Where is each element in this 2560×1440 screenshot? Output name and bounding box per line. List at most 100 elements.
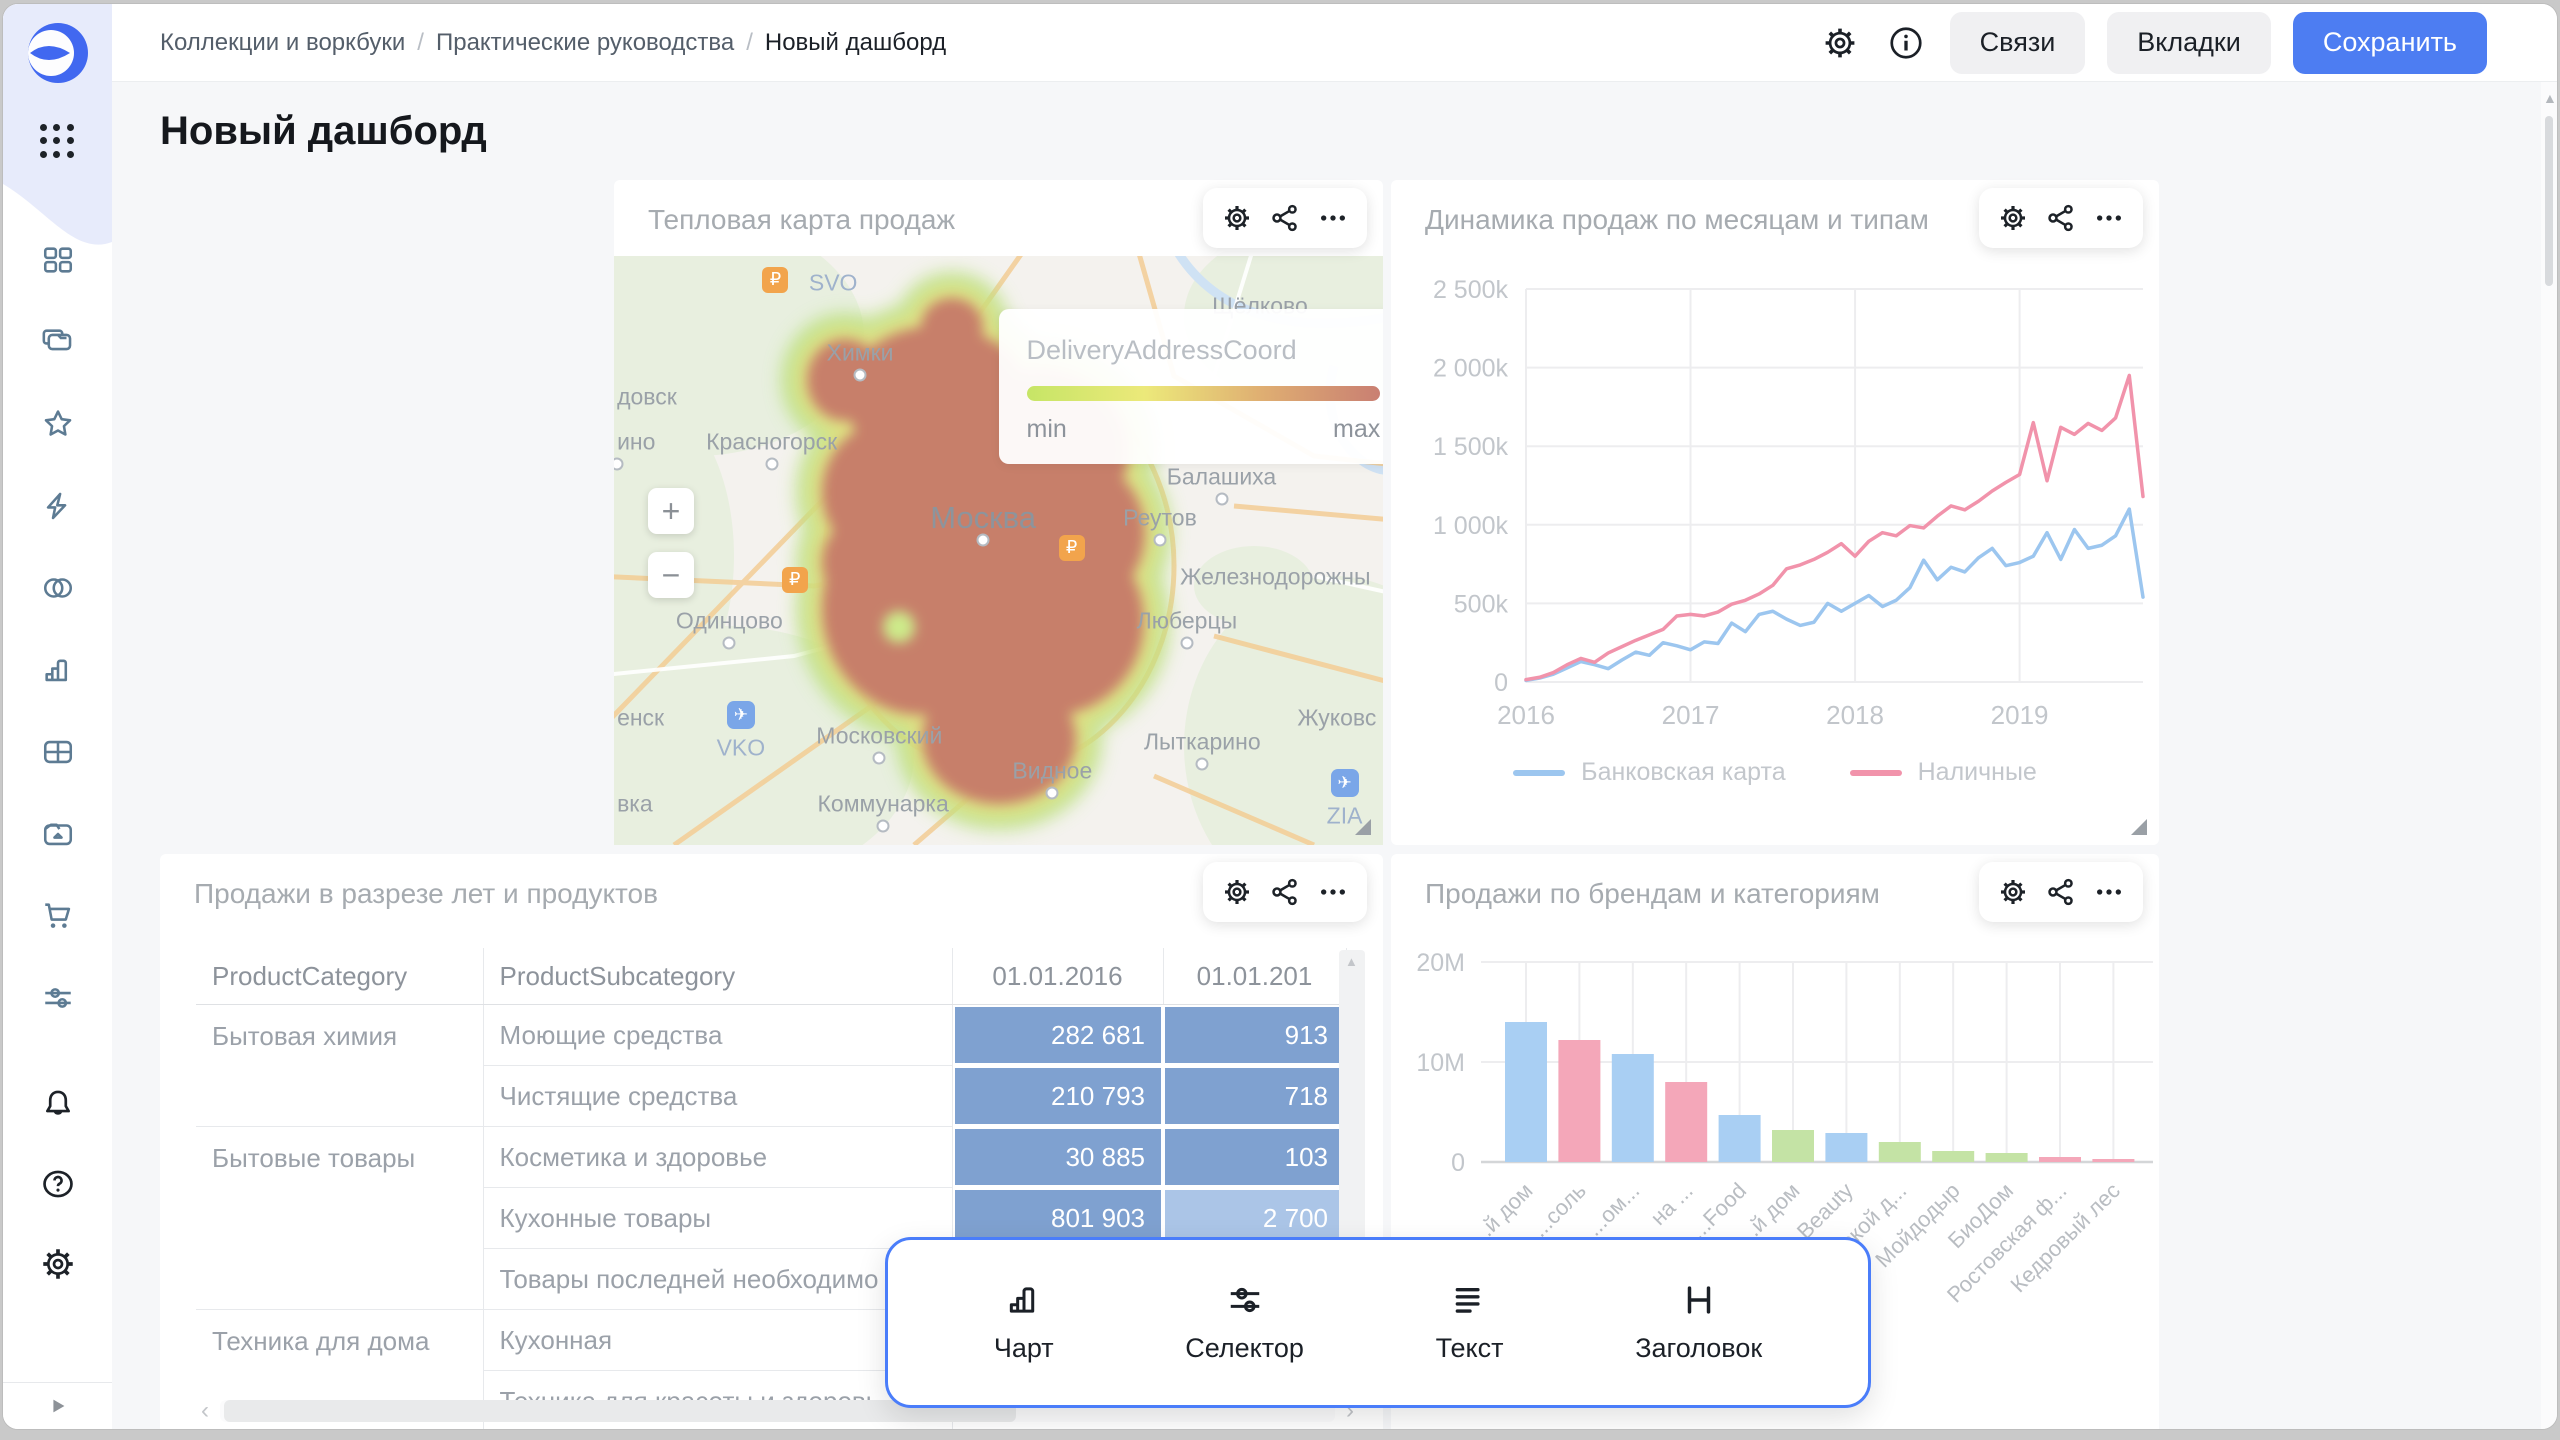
table-cell-value: 913	[1163, 1005, 1346, 1066]
save-button[interactable]: Сохранить	[2293, 12, 2487, 74]
info-icon[interactable]	[1884, 21, 1928, 65]
table-column-header[interactable]: 01.01.201	[1163, 948, 1346, 1005]
apps-grid-icon[interactable]	[40, 124, 76, 160]
svg-text:2019: 2019	[1991, 700, 2049, 730]
breadcrumb-guides[interactable]: Практические руководства	[436, 29, 734, 57]
marketplace-icon[interactable]	[36, 898, 80, 934]
scroll-thumb[interactable]	[2545, 116, 2553, 286]
widget-resize-handle[interactable]	[2131, 819, 2147, 835]
legend-field-name: DeliveryAddressCoord	[1027, 335, 1381, 366]
datasets-icon[interactable]	[36, 570, 80, 606]
legend-max-label: max	[1333, 415, 1380, 444]
svg-text:1 000k: 1 000k	[1433, 512, 1509, 540]
map-label: Лыткарино	[1144, 728, 1261, 755]
sidebar	[3, 4, 112, 1429]
widget-links-icon[interactable]	[1265, 198, 1305, 238]
widget-title: Динамика продаж по месяцам и типам	[1425, 204, 1929, 236]
map-label: Жуковс	[1297, 705, 1376, 732]
map-label: Видное	[1012, 758, 1092, 785]
line-legend-item[interactable]: Наличные	[1850, 758, 2037, 787]
window-frame: Коллекции и воркбуки / Практические руко…	[0, 0, 2560, 1440]
airport-marker: ✈	[727, 701, 755, 729]
table-column-header[interactable]: ProductCategory	[196, 948, 483, 1005]
quick-actions-icon[interactable]	[36, 488, 80, 524]
map-label: Московский	[816, 723, 942, 750]
widget-settings-icon[interactable]	[1217, 198, 1257, 238]
service-settings-icon[interactable]	[36, 980, 80, 1016]
widget-actions	[1203, 188, 1367, 248]
breadcrumb-separator: /	[417, 29, 424, 57]
dashboards-icon[interactable]	[36, 242, 80, 278]
page-scrollbar[interactable]: ▲	[2541, 82, 2557, 1429]
charts-icon[interactable]	[36, 652, 80, 688]
table-scroll-up[interactable]: ▲	[1345, 954, 1358, 969]
insert-chart-button[interactable]: Чарт	[994, 1281, 1054, 1364]
widget-links-icon[interactable]	[2041, 198, 2081, 238]
widget-more-icon[interactable]	[2089, 872, 2129, 912]
table-column-header[interactable]: ProductSubcategory	[483, 948, 952, 1005]
svg-text:1 500k: 1 500k	[1433, 433, 1509, 461]
legend-label: Наличные	[1918, 758, 2037, 787]
help-icon[interactable]	[36, 1166, 80, 1202]
legend-label: Банковская карта	[1581, 758, 1785, 787]
widget-links-icon[interactable]	[2041, 872, 2081, 912]
insert-selector-button[interactable]: Селектор	[1185, 1281, 1304, 1364]
map-label: Москва	[930, 500, 1036, 536]
widget-settings-icon[interactable]	[1993, 872, 2033, 912]
links-button[interactable]: Связи	[1950, 12, 2086, 74]
table-column-header[interactable]: 01.01.2016	[952, 948, 1163, 1005]
widget-settings-icon[interactable]	[1993, 198, 2033, 238]
map-town-dot	[977, 534, 990, 547]
datalens-logo[interactable]	[26, 21, 90, 85]
map-label: енск	[617, 705, 664, 732]
map-label: Химки	[827, 340, 894, 367]
insert-heading-button[interactable]: Заголовок	[1635, 1281, 1762, 1364]
table-cell-value: 103	[1163, 1127, 1346, 1188]
widget-more-icon[interactable]	[1313, 872, 1353, 912]
widget-more-icon[interactable]	[1313, 198, 1353, 238]
collections-icon[interactable]	[36, 324, 80, 360]
dashboard-settings-icon[interactable]	[1818, 21, 1862, 65]
table-cell-value: 210 793	[952, 1066, 1163, 1127]
scroll-up-arrow[interactable]: ▲	[2543, 90, 2557, 106]
widget-line-chart: Динамика продаж по месяцам и типам	[1391, 180, 2159, 845]
map-label: SVO	[809, 269, 858, 296]
widget-more-icon[interactable]	[2089, 198, 2129, 238]
map-town-dot	[1180, 637, 1193, 650]
line-chart-svg[interactable]: 0500k1 000k1 500k2 000k2 500k20162017201…	[1391, 275, 2159, 745]
map-label: Железнодорожны	[1180, 564, 1370, 591]
table-scroll-left[interactable]: ‹	[190, 1397, 220, 1425]
tabs-button[interactable]: Вкладки	[2107, 12, 2271, 74]
map-zoom-in-button[interactable]: +	[648, 488, 694, 534]
storage-icon[interactable]	[36, 816, 80, 852]
settings-icon[interactable]	[36, 1246, 80, 1282]
breadcrumb-current: Новый дашборд	[765, 29, 946, 57]
widget-resize-handle[interactable]	[1355, 819, 1371, 835]
insert-text-button[interactable]: Текст	[1436, 1281, 1504, 1364]
breadcrumb-collections[interactable]: Коллекции и воркбуки	[160, 29, 405, 57]
legend-swatch	[1513, 770, 1565, 776]
svg-text:0: 0	[1451, 1149, 1465, 1177]
sidebar-expand-button[interactable]	[3, 1382, 112, 1429]
notifications-icon[interactable]	[36, 1086, 80, 1122]
map-label: Балашиха	[1167, 463, 1276, 490]
widget-links-icon[interactable]	[1265, 872, 1305, 912]
table-cell-value: 718	[1163, 1066, 1346, 1127]
selector-icon	[1226, 1281, 1264, 1319]
insert-text-label: Текст	[1436, 1333, 1504, 1364]
widget-actions	[1979, 188, 2143, 248]
map-town-dot	[877, 819, 890, 832]
map-label: Красногорск	[706, 428, 837, 455]
heatmap-map[interactable]: SVOХимкидовскиноКрасногорскЩёлковоБалаши…	[614, 256, 1383, 845]
breadcrumb-separator: /	[746, 29, 753, 57]
map-zoom-out-button[interactable]: −	[648, 552, 694, 598]
favorites-icon[interactable]	[36, 406, 80, 442]
line-legend-item[interactable]: Банковская карта	[1513, 758, 1785, 787]
map-town-dot	[765, 457, 778, 470]
table-cell-value: 282 681	[952, 1005, 1163, 1066]
line-chart-legend: Банковская карта Наличные	[1391, 758, 2159, 787]
insert-chart-label: Чарт	[994, 1333, 1054, 1364]
widget-settings-icon[interactable]	[1217, 872, 1257, 912]
tables-icon[interactable]	[36, 734, 80, 770]
map-town-dot	[1196, 757, 1209, 770]
